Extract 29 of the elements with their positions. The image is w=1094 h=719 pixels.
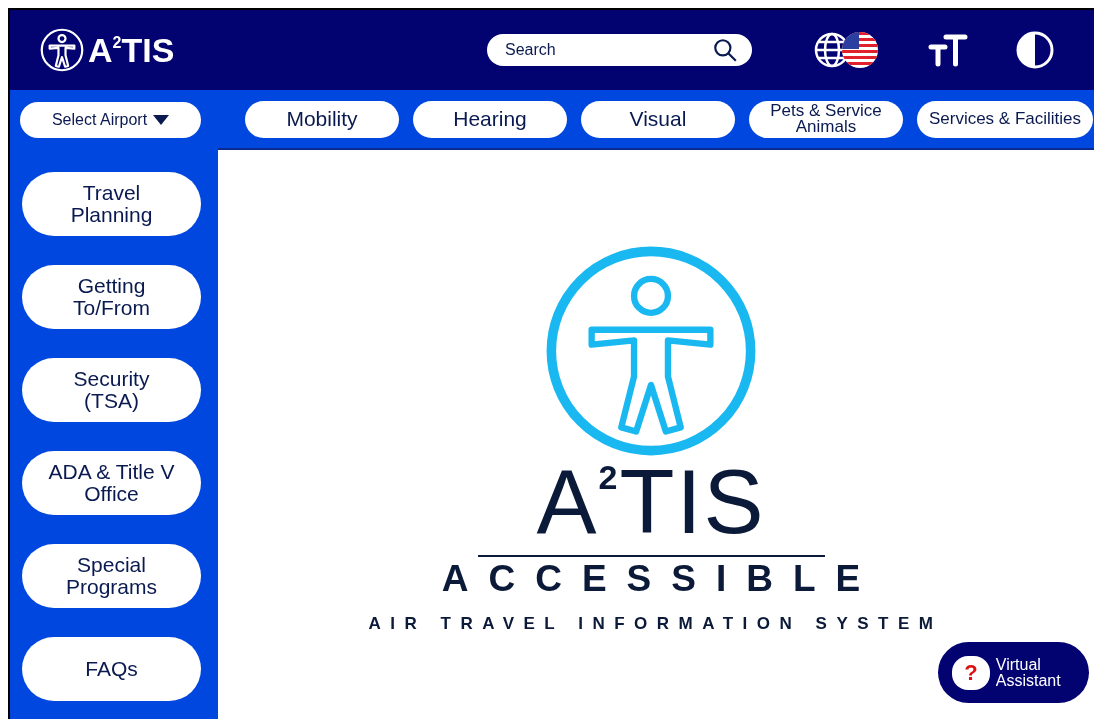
contrast-button[interactable] [1016,31,1054,69]
category-tab[interactable]: Pets & Service Animals [749,100,903,138]
text-size-icon [928,33,968,67]
flag-icon [842,32,878,68]
category-tab[interactable]: Visual [581,100,735,138]
search-field[interactable]: Search [487,34,752,66]
accessibility-emblem-icon [545,245,757,457]
sidebar-item[interactable]: Travel Planning [22,172,201,236]
category-tab[interactable]: Services & Facilities [917,100,1093,138]
hero-title: A$^{2}$TIS [536,459,766,545]
category-tab[interactable]: Hearing [413,100,567,138]
search-icon [712,37,738,63]
contrast-icon [1016,31,1054,69]
language-button[interactable] [814,32,878,68]
help-bubble-icon: ? [952,655,990,690]
caret-icon [153,115,170,125]
sidebar-item[interactable]: Special Programs [22,544,201,608]
sidebar-item[interactable]: Getting To/From [22,265,201,329]
sidebar-item[interactable]: ADA & Title V Office [22,451,201,515]
category-tab[interactable]: Mobility [245,100,399,138]
hero-tagline: AIR TRAVEL INFORMATION SYSTEM [367,613,943,635]
logo-text: A$^{2}$TIS [88,33,175,67]
accessibility-logo-icon [40,28,84,72]
select-airport-dropdown[interactable]: Select Airport [20,102,201,138]
text-size-button[interactable] [928,33,968,67]
virtual-assistant-button[interactable]: ? Virtual Assistant [938,642,1089,703]
hero-subtitle: ACCESSIBLE [440,561,881,597]
sidebar-item[interactable]: Security (TSA) [22,358,201,422]
sidebar-item[interactable]: FAQs [22,637,201,701]
